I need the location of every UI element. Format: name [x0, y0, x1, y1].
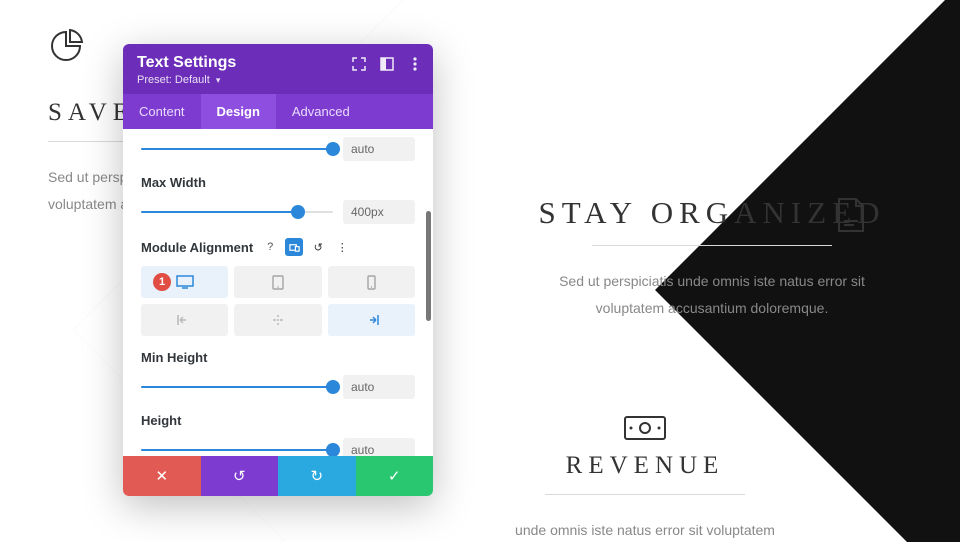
alignment-options	[141, 304, 415, 336]
min-height-slider[interactable]	[141, 378, 333, 396]
undo-button[interactable]: ↺	[201, 456, 279, 496]
tab-design[interactable]: Design	[201, 94, 276, 129]
align-center[interactable]	[234, 304, 321, 336]
label-min-height: Min Height	[141, 350, 415, 365]
feature-revenue-body: unde omnis iste natus error sit voluptat…	[475, 517, 815, 542]
settings-panel: Text Settings Preset: Default ▾ Content …	[123, 44, 433, 496]
label-module-alignment: Module Alignment ? ↺ ⋮	[141, 238, 415, 256]
height-value[interactable]: auto	[343, 438, 415, 456]
feature-organized-body: Sed ut perspiciatis unde omnis iste natu…	[532, 268, 892, 321]
panel-body: auto Max Width 400px Module Alignment ?	[123, 129, 433, 456]
width-slider[interactable]	[141, 140, 333, 158]
min-height-row: auto	[141, 375, 415, 399]
undo-icon: ↺	[233, 467, 246, 485]
panel-footer: ✕ ↺ ↻ ✓	[123, 456, 433, 496]
caret-down-icon: ▾	[216, 75, 221, 86]
device-tabs: 1	[141, 266, 415, 298]
max-width-value[interactable]: 400px	[343, 200, 415, 224]
feature-organized-heading: STAY ORGANIZED	[482, 195, 942, 231]
device-tablet[interactable]	[234, 266, 321, 298]
redo-icon: ↻	[310, 467, 323, 485]
snap-panel-icon[interactable]	[379, 56, 395, 72]
feature-organized: STAY ORGANIZED Sed ut perspiciatis unde …	[482, 195, 942, 321]
panel-tabs: Content Design Advanced	[123, 94, 433, 129]
label-module-alignment-text: Module Alignment	[141, 240, 253, 255]
min-height-value[interactable]: auto	[343, 375, 415, 399]
height-row: auto	[141, 438, 415, 456]
align-right[interactable]	[328, 304, 415, 336]
label-height: Height	[141, 413, 415, 428]
width-value[interactable]: auto	[343, 137, 415, 161]
height-slider[interactable]	[141, 441, 333, 456]
callout-badge-1: 1	[153, 273, 171, 291]
max-width-row: 400px	[141, 200, 415, 224]
reset-icon[interactable]: ↺	[309, 238, 327, 256]
help-icon[interactable]: ?	[261, 238, 279, 256]
tab-advanced[interactable]: Advanced	[276, 94, 366, 129]
max-width-slider[interactable]	[141, 203, 333, 221]
preset-value: Default	[175, 74, 210, 86]
discard-button[interactable]: ✕	[123, 456, 201, 496]
panel-titlebar[interactable]: Text Settings Preset: Default ▾	[123, 44, 433, 94]
feature-revenue: REVENUE unde omnis iste natus error sit …	[415, 415, 875, 542]
kebab-menu-icon[interactable]	[407, 56, 423, 72]
redo-button[interactable]: ↻	[278, 456, 356, 496]
tab-content[interactable]: Content	[123, 94, 201, 129]
panel-preset[interactable]: Preset: Default ▾	[137, 74, 419, 86]
align-left[interactable]	[141, 304, 228, 336]
cash-icon	[623, 415, 667, 446]
check-icon: ✓	[388, 467, 401, 485]
preset-label: Preset:	[137, 74, 172, 86]
device-phone[interactable]	[328, 266, 415, 298]
label-max-width: Max Width	[141, 175, 415, 190]
close-icon: ✕	[155, 467, 168, 485]
more-icon[interactable]: ⋮	[333, 238, 351, 256]
feature-revenue-heading: REVENUE	[415, 452, 875, 480]
divider	[592, 245, 832, 246]
save-button[interactable]: ✓	[356, 456, 434, 496]
responsive-icon[interactable]	[285, 238, 303, 256]
width-slider-row: auto	[141, 137, 415, 161]
divider	[545, 494, 745, 495]
page-background: SAVE T Sed ut perspi voluptatem a STAY O…	[0, 0, 960, 542]
expand-icon[interactable]	[351, 56, 367, 72]
scrollbar-thumb[interactable]	[426, 211, 431, 321]
